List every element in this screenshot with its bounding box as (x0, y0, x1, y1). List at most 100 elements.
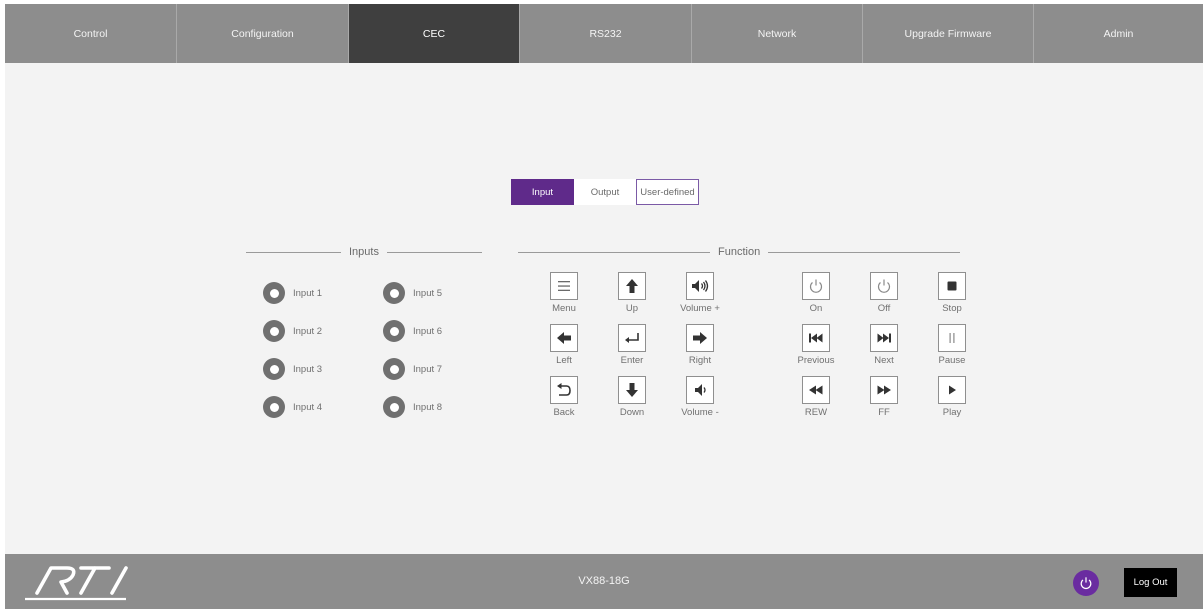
tab-control[interactable]: Control (5, 4, 177, 63)
down-label: Down (619, 407, 645, 418)
input-radio-2[interactable]: Input 2 (263, 320, 322, 342)
previous-button[interactable]: Previous (786, 324, 846, 366)
radio-button[interactable] (383, 396, 405, 418)
rewind-icon[interactable] (802, 376, 830, 404)
on-button[interactable]: On (786, 272, 846, 314)
input-radio-6[interactable]: Input 6 (383, 320, 442, 342)
input-radio-7[interactable]: Input 7 (383, 358, 442, 380)
pause-label: Pause (938, 355, 966, 366)
pause-icon[interactable] (938, 324, 966, 352)
enter-button[interactable]: Enter (602, 324, 662, 366)
off-label: Off (877, 303, 891, 314)
device-model: VX88-18G (578, 575, 630, 587)
right-button[interactable]: Right (670, 324, 730, 366)
radio-button[interactable] (263, 320, 285, 342)
tab-rs232[interactable]: RS232 (520, 4, 692, 63)
input-radio-1[interactable]: Input 1 (263, 282, 322, 304)
input-label: Input 7 (413, 363, 443, 375)
right-label: Right (688, 355, 712, 366)
rew-label: REW (804, 407, 828, 418)
tab-cec[interactable]: CEC (349, 4, 520, 63)
menu-button[interactable]: Menu (534, 272, 594, 314)
back-icon[interactable] (550, 376, 578, 404)
stop-icon[interactable] (938, 272, 966, 300)
pause-button[interactable]: Pause (922, 324, 982, 366)
input-radio-3[interactable]: Input 3 (263, 358, 322, 380)
tab-configuration[interactable]: Configuration (177, 4, 349, 63)
back-label: Back (553, 407, 575, 418)
input-radio-4[interactable]: Input 4 (263, 396, 322, 418)
mode-tab-output[interactable]: Output (574, 179, 636, 205)
play-icon[interactable] (938, 376, 966, 404)
next-button[interactable]: Next (854, 324, 914, 366)
up-button[interactable]: Up (602, 272, 662, 314)
tab-admin[interactable]: Admin (1034, 4, 1203, 63)
input-radio-5[interactable]: Input 5 (383, 282, 442, 304)
footer-bar: VX88-18G Log Out (5, 554, 1203, 609)
skip-next-icon[interactable] (870, 324, 898, 352)
input-label: Input 5 (413, 287, 443, 299)
input-label: Input 8 (413, 401, 443, 413)
radio-button[interactable] (383, 320, 405, 342)
arrow-down-icon[interactable] (618, 376, 646, 404)
enter-label: Enter (620, 355, 644, 366)
arrow-right-icon[interactable] (686, 324, 714, 352)
input-radio-8[interactable]: Input 8 (383, 396, 442, 418)
volume-down-button[interactable]: Volume - (670, 376, 730, 418)
power-button[interactable] (1073, 570, 1099, 596)
ff-label: FF (878, 407, 890, 418)
cec-mode-tabs: Input Output User-defined (511, 179, 699, 205)
stop-button[interactable]: Stop (922, 272, 982, 314)
power-icon (1080, 577, 1092, 589)
fast-forward-icon[interactable] (870, 376, 898, 404)
enter-icon[interactable] (618, 324, 646, 352)
volume-up-button[interactable]: Volume + (670, 272, 730, 314)
input-label: Input 1 (293, 287, 323, 299)
back-button[interactable]: Back (534, 376, 594, 418)
input-label: Input 2 (293, 325, 323, 337)
radio-button[interactable] (263, 396, 285, 418)
divider (768, 251, 961, 253)
app-frame: Control Configuration CEC RS232 Network … (5, 4, 1203, 609)
volume-down-icon[interactable] (686, 376, 714, 404)
top-nav: Control Configuration CEC RS232 Network … (5, 4, 1203, 63)
tab-upgrade-firmware[interactable]: Upgrade Firmware (863, 4, 1034, 63)
radio-button[interactable] (263, 282, 285, 304)
menu-icon[interactable] (550, 272, 578, 300)
up-label: Up (625, 303, 639, 314)
play-label: Play (942, 407, 962, 418)
tab-network[interactable]: Network (692, 4, 863, 63)
volume-up-label: Volume + (680, 303, 720, 314)
mode-tab-user-defined[interactable]: User-defined (636, 179, 699, 205)
inputs-header: Inputs (246, 246, 482, 258)
left-label: Left (556, 355, 572, 366)
volume-up-icon[interactable] (686, 272, 714, 300)
previous-label: Previous (797, 355, 835, 366)
arrow-up-icon[interactable] (618, 272, 646, 300)
input-label: Input 6 (413, 325, 443, 337)
rew-button[interactable]: REW (786, 376, 846, 418)
logout-button[interactable]: Log Out (1124, 568, 1177, 597)
function-title: Function (718, 246, 761, 258)
input-label: Input 4 (293, 401, 323, 413)
volume-down-label: Volume - (681, 407, 719, 418)
power-off-icon[interactable] (870, 272, 898, 300)
menu-label: Menu (552, 303, 576, 314)
off-button[interactable]: Off (854, 272, 914, 314)
radio-button[interactable] (383, 282, 405, 304)
radio-button[interactable] (383, 358, 405, 380)
radio-button[interactable] (263, 358, 285, 380)
ff-button[interactable]: FF (854, 376, 914, 418)
down-button[interactable]: Down (602, 376, 662, 418)
mode-tab-input[interactable]: Input (511, 179, 574, 205)
power-on-icon[interactable] (802, 272, 830, 300)
left-button[interactable]: Left (534, 324, 594, 366)
divider (386, 251, 482, 253)
divider (518, 251, 710, 253)
divider (246, 251, 341, 253)
play-button[interactable]: Play (922, 376, 982, 418)
function-header: Function (518, 246, 961, 258)
arrow-left-icon[interactable] (550, 324, 578, 352)
input-label: Input 3 (293, 363, 323, 375)
skip-previous-icon[interactable] (802, 324, 830, 352)
